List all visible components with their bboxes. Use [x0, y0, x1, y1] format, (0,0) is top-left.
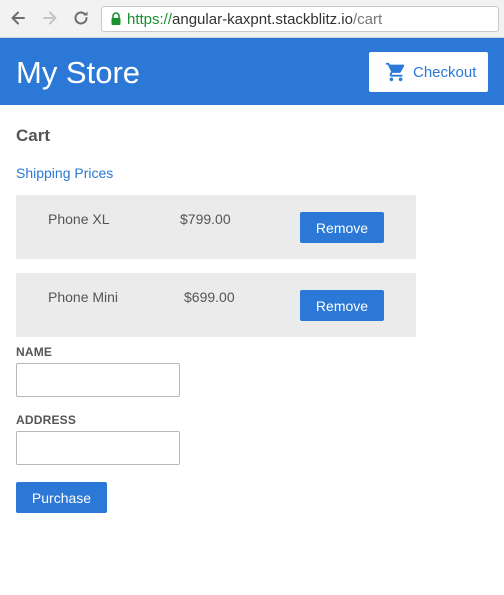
reload-button[interactable] — [71, 8, 91, 28]
address-field[interactable] — [16, 431, 180, 465]
url-text: https://angular-kaxpnt.stackblitz.io/car… — [127, 11, 382, 28]
shopping-cart-icon — [385, 61, 407, 83]
back-button[interactable] — [8, 8, 28, 28]
address-label: ADDRESS — [16, 413, 77, 427]
forward-button[interactable] — [40, 8, 60, 28]
name-field[interactable] — [16, 363, 180, 397]
checkout-label: Checkout — [413, 63, 477, 81]
cart-item: Phone Mini $699.00 Remove — [16, 273, 416, 337]
url-scheme: https:// — [127, 10, 173, 28]
purchase-button[interactable]: Purchase — [16, 482, 107, 513]
reload-icon — [74, 11, 88, 25]
page-title: Cart — [16, 126, 51, 145]
url-host: angular-kaxpnt.stackblitz.io — [172, 10, 353, 28]
url-path: /cart — [352, 10, 383, 28]
item-price: $699.00 — [184, 289, 235, 305]
cart-item: Phone XL $799.00 Remove — [16, 195, 416, 259]
item-name: Phone XL — [48, 211, 110, 227]
lock-icon — [110, 12, 122, 26]
app-title[interactable]: My Store — [16, 55, 140, 91]
remove-button[interactable]: Remove — [300, 290, 384, 321]
browser-toolbar: https://angular-kaxpnt.stackblitz.io/car… — [0, 0, 504, 38]
name-label: NAME — [16, 345, 53, 359]
checkout-button[interactable]: Checkout — [369, 52, 488, 92]
arrow-left-icon — [11, 11, 25, 25]
arrow-right-icon — [43, 11, 57, 25]
app-header: My Store Checkout — [0, 38, 504, 105]
shipping-prices-link[interactable]: Shipping Prices — [16, 165, 113, 181]
remove-button[interactable]: Remove — [300, 212, 384, 243]
item-name: Phone Mini — [48, 289, 119, 305]
address-bar[interactable]: https://angular-kaxpnt.stackblitz.io/car… — [101, 6, 499, 32]
item-price: $799.00 — [180, 211, 231, 227]
